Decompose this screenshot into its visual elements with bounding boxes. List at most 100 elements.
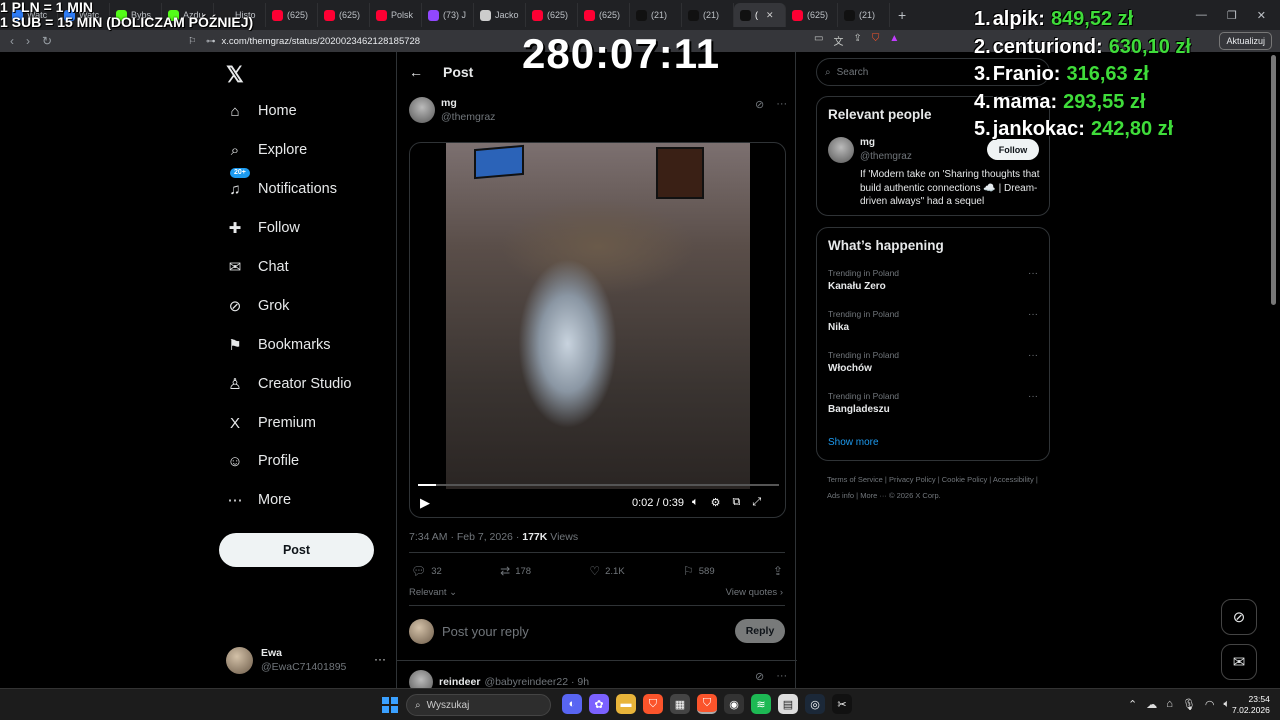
view-quotes-link[interactable]: View quotes › <box>726 587 783 598</box>
browser-tab[interactable]: (625) <box>786 3 838 27</box>
nav-item-grok[interactable]: ⊘ Grok <box>226 291 290 321</box>
wifi-icon[interactable]: ◠ <box>1205 698 1215 711</box>
settings-icon[interactable]: ⚙ <box>711 496 721 509</box>
bookmark-stat[interactable]: ⚐ 589 <box>683 564 715 578</box>
nav-item-follow[interactable]: ✚ Follow <box>226 213 300 243</box>
minimize-icon[interactable]: — <box>1196 9 1207 21</box>
share-stat[interactable]: ⇪ <box>773 564 783 578</box>
copilot-icon[interactable]: ✿ <box>589 694 609 714</box>
person-name[interactable]: mg <box>860 137 875 148</box>
author-name[interactable]: mg <box>441 97 495 109</box>
brave-rewards-icon[interactable]: ▲ <box>889 33 899 48</box>
play-icon[interactable]: ▶ <box>420 495 430 511</box>
system-clock[interactable]: 23:54 7.02.2026 <box>1232 694 1270 716</box>
nav-item-profile[interactable]: ☺ Profile <box>226 446 299 476</box>
more-icon[interactable]: ··· <box>776 98 787 111</box>
nav-item-explore[interactable]: ⌕ Explore <box>226 135 307 165</box>
brave-shield-icon[interactable]: ⛉ <box>872 33 880 48</box>
reply-input[interactable]: Post your reply <box>442 624 529 639</box>
network-icon[interactable]: ⌂ <box>1166 698 1173 711</box>
video-player[interactable]: ▶ 0:02 / 0:39 🔈︎ ⚙ ⧉ ⤢ <box>409 142 786 518</box>
trend-item[interactable]: Trending in Poland Nika ··· <box>828 309 1038 333</box>
update-button[interactable]: Aktualizuj <box>1219 32 1272 50</box>
share-icon[interactable]: ⇪ <box>853 33 861 48</box>
capcut-icon[interactable]: ✂ <box>832 694 852 714</box>
more-icon[interactable]: ··· <box>374 652 386 666</box>
obs-icon[interactable]: ◉ <box>724 694 744 714</box>
forward-icon[interactable]: › <box>26 34 30 48</box>
author-handle[interactable]: @themgraz <box>441 111 495 123</box>
avatar[interactable] <box>828 137 854 163</box>
cast-icon[interactable]: ▭ <box>814 33 823 48</box>
more-icon[interactable]: ··· <box>1028 268 1038 279</box>
reply-sort-dropdown[interactable]: Relevant ⌄ <box>409 587 457 598</box>
spotify-icon[interactable]: ≋ <box>751 694 771 714</box>
account-switcher[interactable]: Ewa @EwaC71401895 ··· <box>226 642 386 678</box>
nav-item-more[interactable]: ⋯ More <box>226 485 292 515</box>
more-icon[interactable]: ··· <box>776 670 787 683</box>
browser-tab[interactable]: Jacko <box>474 3 526 27</box>
trend-item[interactable]: Trending in Poland Bangladeszu ··· <box>828 391 1038 415</box>
fullscreen-icon[interactable]: ⤢ <box>752 496 761 509</box>
messages-fab[interactable]: ✉ <box>1221 644 1257 680</box>
browser-tab[interactable]: (21) <box>630 3 682 27</box>
brave-active-icon[interactable]: ⛉ <box>697 694 717 714</box>
more-icon[interactable]: ··· <box>1028 350 1038 361</box>
back-arrow-icon[interactable]: ← <box>409 64 423 80</box>
browser-tab[interactable]: (625) <box>318 3 370 27</box>
volume-icon[interactable]: 🔈︎ <box>1223 698 1230 711</box>
show-more-link[interactable]: Show more <box>828 437 879 448</box>
reply-button[interactable]: Reply <box>735 619 785 643</box>
reply-author-name[interactable]: reindeer <box>439 676 480 688</box>
browser-tab[interactable]: (21) <box>682 3 734 27</box>
browser-tab[interactable]: (73) J <box>422 3 474 27</box>
browser-tab[interactable]: (625) <box>266 3 318 27</box>
footer-links[interactable]: Terms of Service | Privacy Policy | Cook… <box>827 472 1047 504</box>
brave-icon[interactable]: ⛉ <box>643 694 663 714</box>
browser-tab[interactable]: Polsk <box>370 3 422 27</box>
volume-icon[interactable]: 🔈︎ <box>692 496 699 509</box>
trend-item[interactable]: Trending in Poland Włochów ··· <box>828 350 1038 374</box>
grok-icon[interactable]: ⊘ <box>755 670 764 683</box>
back-icon[interactable]: ‹ <box>10 34 14 48</box>
repost-stat[interactable]: ⇄ 178 <box>500 564 531 578</box>
avatar[interactable] <box>409 97 435 123</box>
store-icon[interactable]: ▦ <box>670 694 690 714</box>
browser-tab[interactable]: (625) <box>578 3 630 27</box>
taskbar-search[interactable]: ⌕ Wyszukaj <box>406 694 551 716</box>
post-author[interactable]: mg @themgraz <box>409 97 495 123</box>
nav-item-notifications[interactable]: ♫ 20+ Notifications <box>226 168 337 204</box>
like-stat[interactable]: ♡ 2.1K <box>589 564 624 578</box>
microphone-icon[interactable]: 🎙︎ <box>1182 698 1196 711</box>
grok-icon[interactable]: ⊘ <box>755 98 764 111</box>
windows-start-icon[interactable] <box>382 697 398 713</box>
nav-item-premium[interactable]: X Premium <box>226 408 316 438</box>
reload-icon[interactable]: ↻ <box>42 34 52 48</box>
video-frame[interactable] <box>446 143 750 489</box>
x-logo-icon[interactable]: 𝕏 <box>226 62 244 88</box>
browser-tab[interactable]: (✕ <box>734 3 786 27</box>
video-progress-bar[interactable] <box>418 484 779 486</box>
site-info-icon[interactable]: ⊶ <box>206 36 216 47</box>
new-tab-icon[interactable]: + <box>890 7 914 23</box>
maximize-icon[interactable]: ❐ <box>1227 9 1237 22</box>
browser-tab[interactable]: (625) <box>526 3 578 27</box>
browser-tab[interactable]: (21) <box>838 3 890 27</box>
reply-stat[interactable]: 💬︎ 32 <box>411 564 442 578</box>
translate-icon[interactable]: 文 <box>833 33 843 48</box>
more-icon[interactable]: ··· <box>1028 391 1038 402</box>
nav-item-creator-studio[interactable]: ♙ Creator Studio <box>226 369 351 399</box>
notepad-icon[interactable]: ▤ <box>778 694 798 714</box>
scrollbar[interactable] <box>1271 55 1276 305</box>
chevron-up-icon[interactable]: ⌃ <box>1128 698 1137 711</box>
nav-item-chat[interactable]: ✉ Chat <box>226 252 289 282</box>
file-explorer-icon[interactable]: ▬ <box>616 694 636 714</box>
cloud-icon[interactable]: ☁ <box>1146 698 1157 711</box>
bookmark-page-icon[interactable]: ⚐ <box>188 36 197 47</box>
nav-item-home[interactable]: ⌂ Home <box>226 96 296 126</box>
grok-fab[interactable]: ⊘ <box>1221 599 1257 635</box>
discord-icon[interactable]: ◐ <box>562 694 582 714</box>
pip-icon[interactable]: ⧉ <box>732 496 740 509</box>
close-window-icon[interactable]: ✕ <box>1257 9 1266 22</box>
steam-icon[interactable]: ◎ <box>805 694 825 714</box>
